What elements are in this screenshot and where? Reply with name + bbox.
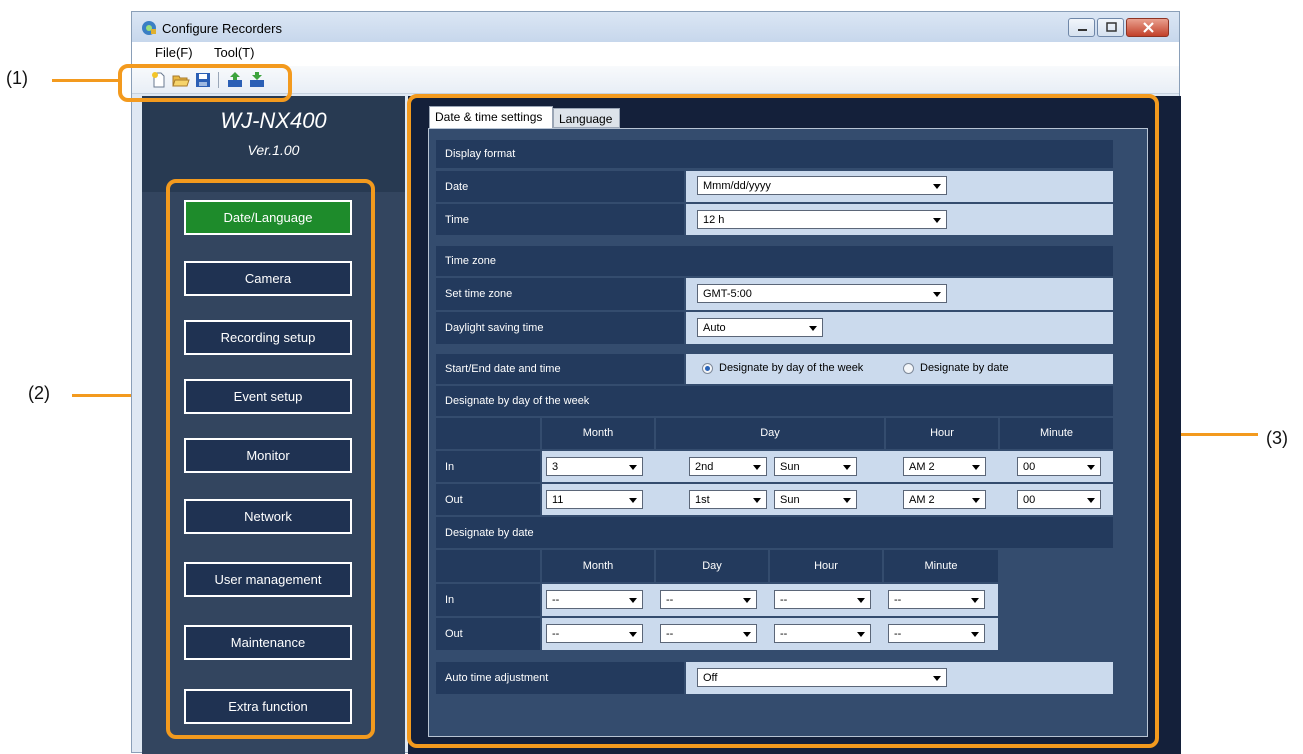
menu-file[interactable]: File(F) — [155, 45, 193, 60]
close-button[interactable] — [1126, 18, 1169, 37]
title-bar: Configure Recorders — [132, 12, 1179, 42]
model-version: Ver.1.00 — [247, 142, 300, 158]
menu-tool[interactable]: Tool(T) — [214, 45, 254, 60]
window-title: Configure Recorders — [162, 21, 282, 36]
app-icon — [142, 21, 156, 35]
callout-2: (2) — [28, 383, 50, 403]
minimize-icon — [1078, 29, 1087, 31]
callout-3: (3) — [1266, 428, 1288, 448]
model-name: WJ-NX400 — [220, 108, 327, 133]
close-icon — [1143, 22, 1154, 33]
callout-1-line — [52, 79, 120, 82]
callout-1: (1) — [6, 68, 28, 88]
maximize-button[interactable] — [1097, 18, 1124, 37]
highlight-box-1 — [118, 64, 292, 102]
highlight-box-3 — [407, 94, 1159, 748]
menu-bar: File(F) Tool(T) — [132, 42, 1179, 66]
maximize-icon — [1106, 22, 1117, 32]
model-info: WJ-NX400 Ver.1.00 — [142, 96, 405, 192]
minimize-button[interactable] — [1068, 18, 1095, 37]
highlight-box-2 — [166, 179, 375, 739]
